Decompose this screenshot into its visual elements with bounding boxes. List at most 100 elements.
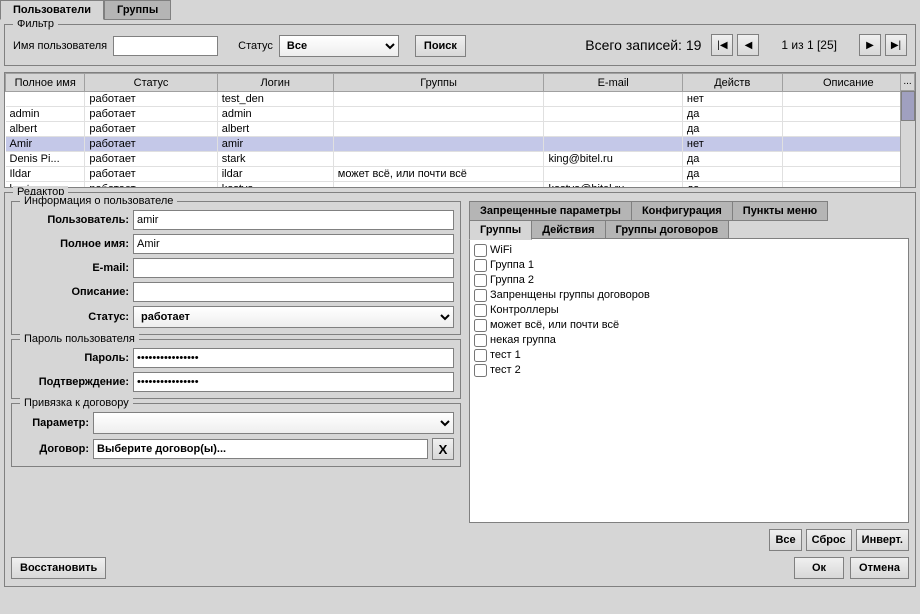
password-input[interactable]	[133, 348, 454, 368]
table-cell: работает	[85, 122, 217, 137]
table-scrollbar[interactable]	[900, 91, 915, 187]
table-cell: да	[682, 182, 782, 189]
table-cell	[544, 107, 682, 122]
table-cell: работает	[85, 92, 217, 107]
checklist-item[interactable]: Группа 2	[474, 273, 904, 288]
table-cell: работает	[85, 107, 217, 122]
sub-tab[interactable]: Действия	[531, 220, 605, 240]
table-row[interactable]: adminработаетadminда	[6, 107, 915, 122]
sub-tab[interactable]: Группы	[469, 220, 532, 240]
contract-input[interactable]	[93, 439, 428, 459]
status-select[interactable]: Все	[279, 35, 399, 57]
table-row[interactable]: работаетtest_denнет	[6, 92, 915, 107]
contract-clear-button[interactable]: X	[432, 438, 454, 460]
checklist-label: Запренщены группы договоров	[490, 288, 650, 303]
table-cell	[782, 167, 914, 182]
table-cell	[333, 122, 544, 137]
table-cell: работает	[85, 137, 217, 152]
checkbox[interactable]	[474, 349, 487, 362]
checklist-item[interactable]: WiFi	[474, 243, 904, 258]
prev-page-button[interactable]: ◀	[737, 34, 759, 56]
table-row[interactable]: Amirработаетamirнет	[6, 137, 915, 152]
column-header[interactable]: Логин	[217, 74, 333, 92]
username-input[interactable]	[113, 36, 218, 56]
sub-tab[interactable]: Пункты меню	[732, 201, 828, 221]
checkbox[interactable]	[474, 289, 487, 302]
columns-button[interactable]: ...	[900, 73, 915, 91]
table-cell: да	[682, 122, 782, 137]
table-cell	[782, 92, 914, 107]
table-cell: да	[682, 167, 782, 182]
userstatus-select[interactable]: работает	[133, 306, 454, 328]
column-header[interactable]: Группы	[333, 74, 544, 92]
checkbox[interactable]	[474, 319, 487, 332]
checklist-item[interactable]: тест 2	[474, 363, 904, 378]
checkbox[interactable]	[474, 259, 487, 272]
column-header[interactable]: Статус	[85, 74, 217, 92]
table-cell: да	[682, 107, 782, 122]
checklist-item[interactable]: Контроллеры	[474, 303, 904, 318]
fullname-label: Полное имя:	[18, 238, 133, 250]
contract-legend: Привязка к договору	[20, 397, 133, 409]
tab-users[interactable]: Пользователи	[0, 0, 104, 20]
ok-button[interactable]: Ок	[794, 557, 844, 579]
table-row[interactable]: kostyaработаетkostyakostya@bitel.ruда	[6, 182, 915, 189]
invert-button[interactable]: Инверт.	[856, 529, 909, 551]
table-cell: Amir	[6, 137, 85, 152]
checklist-item[interactable]: Запренщены группы договоров	[474, 288, 904, 303]
checkbox[interactable]	[474, 304, 487, 317]
table-cell	[782, 182, 914, 189]
sub-tab[interactable]: Запрещенные параметры	[469, 201, 632, 221]
table-cell	[333, 137, 544, 152]
checklist-item[interactable]: тест 1	[474, 348, 904, 363]
table-cell: нет	[682, 137, 782, 152]
table-cell: работает	[85, 167, 217, 182]
reset-button[interactable]: Сброс	[806, 529, 852, 551]
search-button[interactable]: Поиск	[415, 35, 466, 57]
param-label: Параметр:	[18, 417, 93, 429]
column-header[interactable]: Описание	[782, 74, 914, 92]
checkbox[interactable]	[474, 244, 487, 257]
password-confirm-input[interactable]	[133, 372, 454, 392]
checklist-item[interactable]: Группа 1	[474, 258, 904, 273]
contract-fieldset: Привязка к договору Параметр: Договор: X	[11, 403, 461, 467]
user-input[interactable]	[133, 210, 454, 230]
table-row[interactable]: Ildarработаетildarможет всё, или почти в…	[6, 167, 915, 182]
tab-groups[interactable]: Группы	[104, 0, 171, 20]
table-cell	[333, 92, 544, 107]
table-cell	[333, 152, 544, 167]
checklist-item[interactable]: может всё, или почти всё	[474, 318, 904, 333]
last-page-button[interactable]: ▶|	[885, 34, 907, 56]
sub-tab[interactable]: Конфигурация	[631, 201, 733, 221]
table-cell	[333, 182, 544, 189]
table-cell	[544, 167, 682, 182]
column-header[interactable]: E-mail	[544, 74, 682, 92]
page-info: 1 из 1 [25]	[781, 38, 837, 52]
next-page-button[interactable]: ▶	[859, 34, 881, 56]
contract-label: Договор:	[18, 443, 93, 455]
table-cell: test_den	[217, 92, 333, 107]
cancel-button[interactable]: Отмена	[850, 557, 909, 579]
sub-tab[interactable]: Группы договоров	[605, 220, 730, 240]
table-cell: да	[682, 152, 782, 167]
checklist-label: тест 2	[490, 363, 521, 378]
table-row[interactable]: albertработаетalbertда	[6, 122, 915, 137]
desc-input[interactable]	[133, 282, 454, 302]
table-row[interactable]: Denis Pi...работаетstarkking@bitel.ruда	[6, 152, 915, 167]
fullname-input[interactable]	[133, 234, 454, 254]
checkbox[interactable]	[474, 274, 487, 287]
first-page-button[interactable]: |◀	[711, 34, 733, 56]
checkbox[interactable]	[474, 334, 487, 347]
param-select[interactable]	[93, 412, 454, 434]
userstatus-label: Статус:	[18, 311, 133, 323]
select-all-button[interactable]: Все	[769, 529, 801, 551]
restore-button[interactable]: Восстановить	[11, 557, 106, 579]
column-header[interactable]: Полное имя	[6, 74, 85, 92]
table-cell: ildar	[217, 167, 333, 182]
table-cell	[544, 122, 682, 137]
email-input[interactable]	[133, 258, 454, 278]
desc-label: Описание:	[18, 286, 133, 298]
column-header[interactable]: Действ	[682, 74, 782, 92]
checklist-item[interactable]: некая группа	[474, 333, 904, 348]
checkbox[interactable]	[474, 364, 487, 377]
